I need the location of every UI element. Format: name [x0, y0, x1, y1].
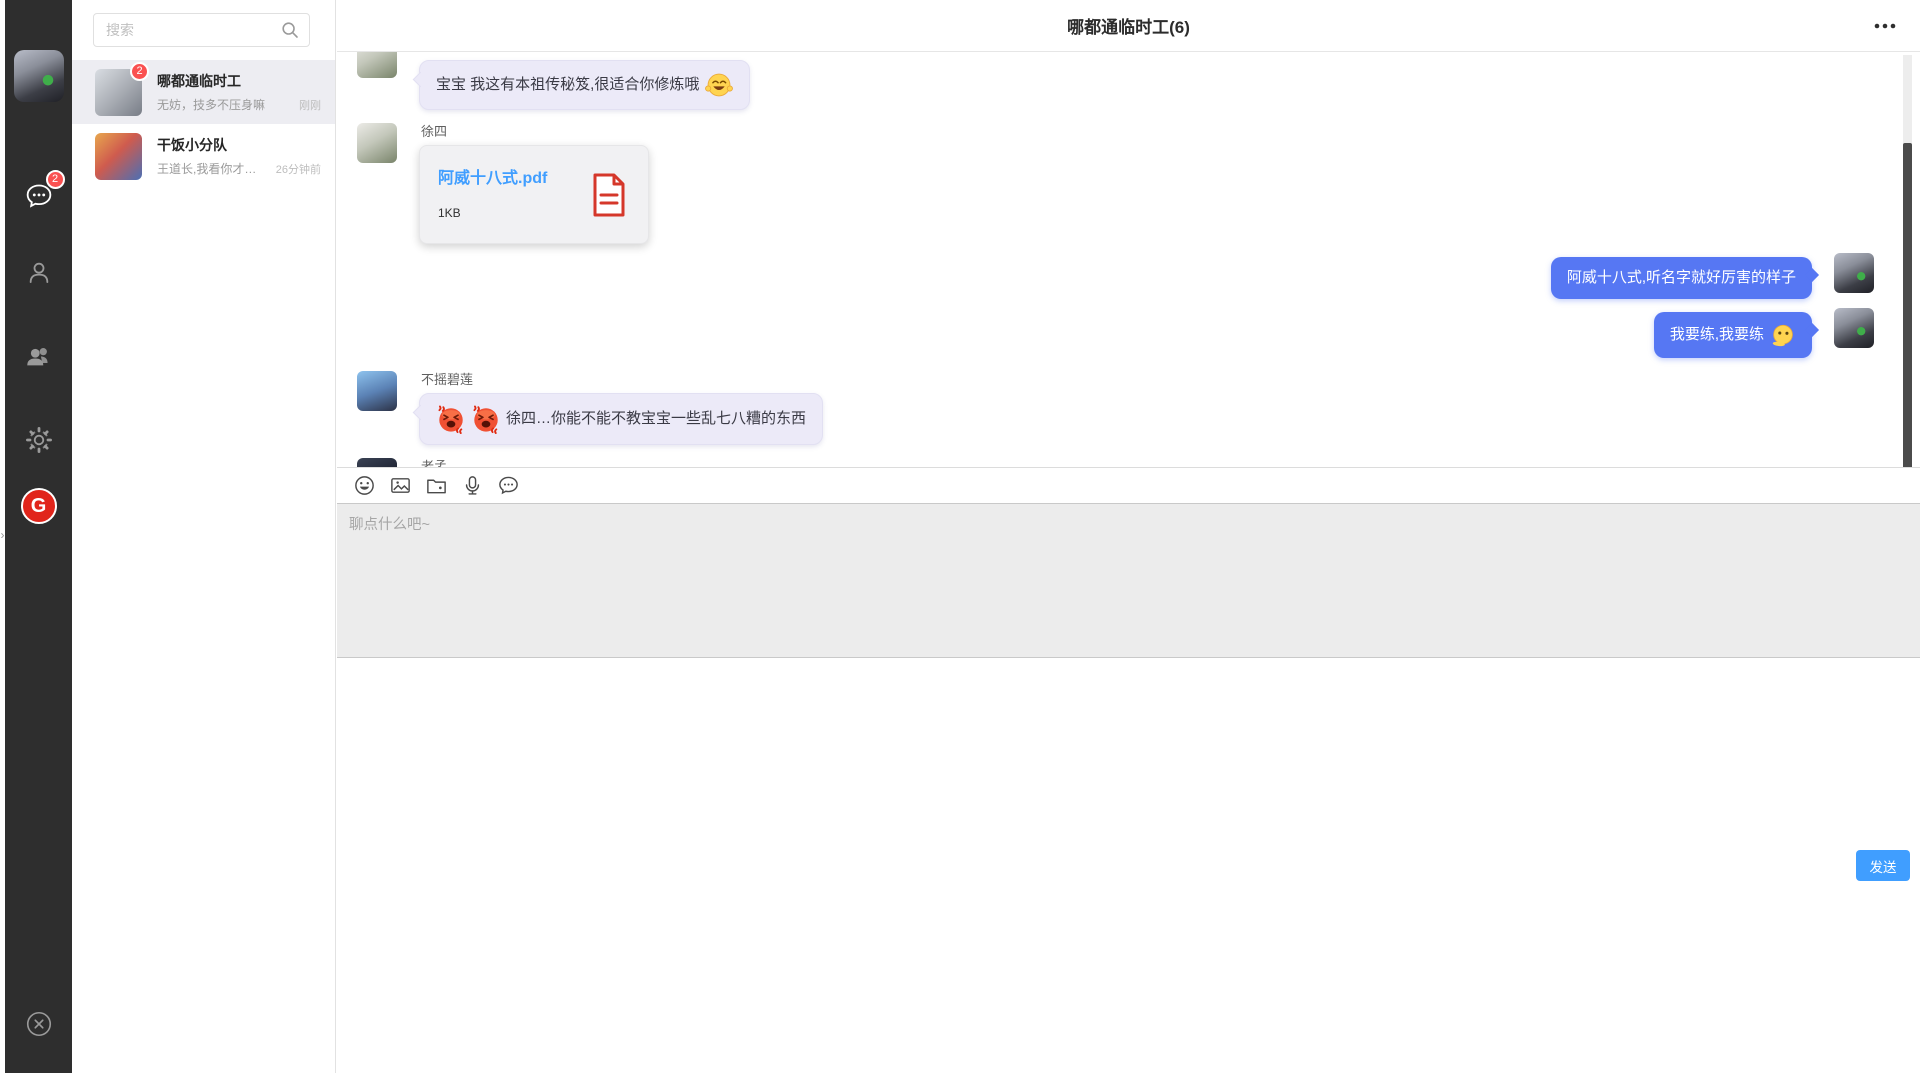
- chat-list-panel: 2 哪都通临时工 无妨，技多不压身嘛 刚刚 干饭小分队 王道长,我看你才… 2: [72, 0, 336, 1073]
- file-size: 1KB: [438, 206, 572, 220]
- file-name[interactable]: 阿威十八式.pdf: [438, 169, 572, 189]
- chat-app-window: 2: [0, 0, 1920, 1080]
- message-text: 徐四…你能不能不教宝宝一些乱七八糟的东西: [506, 408, 806, 430]
- message-list: 宝宝 我这有本祖传秘笈,很适合你修炼哦 徐四 阿威十八式.pdf 1KB 阿威十…: [337, 52, 1920, 467]
- sender-name: [421, 52, 750, 56]
- message-area: 宝宝 我这有本祖传秘笈,很适合你修炼哦 徐四 阿威十八式.pdf 1KB 阿威十…: [337, 52, 1920, 467]
- search-box: [93, 13, 309, 47]
- composer-toolbar: [337, 467, 1920, 503]
- message-row: 徐四 阿威十八式.pdf 1KB: [357, 123, 1874, 244]
- collapse-chevron[interactable]: ›: [0, 528, 5, 542]
- chat-bubble: 阿威十八式,听名字就好厉害的样子: [1551, 257, 1812, 299]
- sender-name: 老孟: [421, 458, 678, 467]
- rage-emoji: [436, 404, 466, 434]
- avatar[interactable]: [1834, 253, 1874, 293]
- unread-badge: 2: [130, 62, 149, 81]
- avatar[interactable]: [1834, 308, 1874, 348]
- message-text: 宝宝 我这有本祖传秘笈,很适合你修炼哦: [436, 74, 699, 96]
- file-attachment-card[interactable]: 阿威十八式.pdf 1KB: [419, 145, 649, 244]
- rage-emoji: [471, 404, 501, 434]
- message-icon[interactable]: [495, 473, 521, 499]
- unread-badge: 2: [46, 170, 65, 189]
- chat-bubble: 徐四…你能不能不教宝宝一些乱七八糟的东西: [419, 393, 823, 445]
- composer-footer: 发送: [337, 658, 1920, 1073]
- scrollbar-track[interactable]: [1903, 55, 1912, 467]
- send-button[interactable]: 发送: [1856, 850, 1910, 881]
- composer: [337, 503, 1920, 658]
- conversation-avatar: [95, 133, 142, 180]
- user-avatar[interactable]: [14, 50, 64, 102]
- close-button[interactable]: [22, 1007, 56, 1041]
- pdf-file-icon: [588, 172, 630, 218]
- message-row: 阿威十八式,听名字就好厉害的样子: [357, 257, 1874, 299]
- conversation-time: 26分钟前: [276, 161, 321, 177]
- mic-icon[interactable]: [459, 473, 485, 499]
- contact-icon: [24, 258, 54, 288]
- conversation-last-message: 王道长,我看你才…: [157, 160, 270, 177]
- sidebar-item-groups[interactable]: [22, 340, 56, 374]
- sidebar-item-chats[interactable]: 2: [22, 179, 56, 213]
- group-icon: [23, 342, 55, 372]
- sender-name: 徐四: [421, 123, 649, 141]
- message-text: 阿威十八式,听名字就好厉害的样子: [1567, 267, 1796, 289]
- conversation-time: 刚刚: [299, 97, 321, 113]
- message-input[interactable]: [337, 504, 1920, 657]
- close-circle-icon: [24, 1009, 54, 1039]
- conversation-list: 2 哪都通临时工 无妨，技多不压身嘛 刚刚 干饭小分队 王道长,我看你才… 2: [72, 60, 335, 188]
- avatar[interactable]: [357, 123, 397, 163]
- message-row: 老孟宝宝你还是不要跟着你四哥乱学了: [357, 458, 1874, 467]
- chat-header: 哪都通临时工(6): [337, 0, 1920, 52]
- conversation-last-message: 无妨，技多不压身嘛: [157, 96, 293, 113]
- search-icon[interactable]: [280, 20, 300, 45]
- conversation-item[interactable]: 2 哪都通临时工 无妨，技多不压身嘛 刚刚: [72, 60, 335, 124]
- melting-face-emoji: [1770, 322, 1796, 348]
- conversation-item[interactable]: 干饭小分队 王道长,我看你才… 26分钟前: [72, 124, 335, 188]
- conversation-title: 哪都通临时工: [157, 71, 321, 91]
- sidebar-item-contacts[interactable]: [22, 256, 56, 290]
- folder-icon[interactable]: [423, 473, 449, 499]
- chat-bubble: 我要练,我要练: [1654, 312, 1812, 358]
- app-logo[interactable]: G: [21, 488, 57, 524]
- conversation-title: 干饭小分队: [157, 135, 321, 155]
- chat-menu-button[interactable]: [1872, 16, 1898, 36]
- avatar[interactable]: [357, 371, 397, 411]
- left-rail: 2: [5, 0, 72, 1073]
- chat-bubble: 宝宝 我这有本祖传秘笈,很适合你修炼哦: [419, 60, 750, 110]
- avatar[interactable]: [357, 52, 397, 78]
- scrollbar-thumb[interactable]: [1903, 143, 1912, 467]
- ellipsis-icon: [1873, 22, 1897, 30]
- sender-name: 不摇碧莲: [421, 371, 823, 389]
- message-row: 宝宝 我这有本祖传秘笈,很适合你修炼哦: [357, 52, 1874, 110]
- message-text: 我要练,我要练: [1670, 324, 1764, 346]
- avatar[interactable]: [357, 458, 397, 467]
- chat-panel: 哪都通临时工(6) 宝宝 我这有本祖传秘笈,很适合你修炼哦 徐四 阿威十八式.p…: [337, 0, 1920, 1073]
- message-row: 我要练,我要练: [357, 312, 1874, 358]
- gear-icon: [24, 425, 54, 455]
- sidebar-item-settings[interactable]: [22, 423, 56, 457]
- message-row: 不摇碧莲 徐四…你能不能不教宝宝一些乱七八糟的东西: [357, 371, 1874, 445]
- image-icon[interactable]: [387, 473, 413, 499]
- search-input[interactable]: [93, 13, 310, 47]
- emoji-picker-icon[interactable]: [351, 473, 377, 499]
- hug-emoji: [705, 71, 733, 99]
- conversation-avatar: 2: [95, 69, 142, 116]
- chat-title: 哪都通临时工(6): [1067, 13, 1190, 38]
